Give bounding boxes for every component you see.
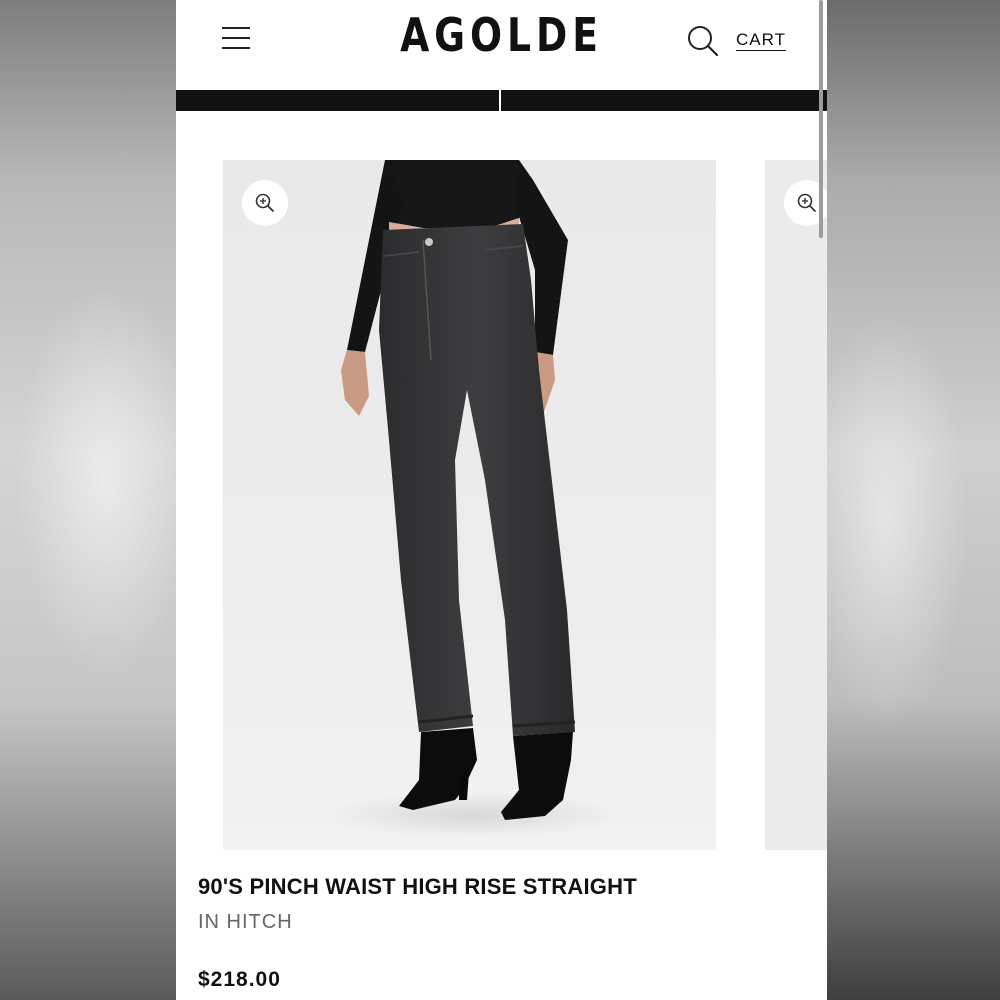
product-color: IN HITCH bbox=[198, 911, 293, 933]
tab-left[interactable] bbox=[176, 90, 499, 111]
tab-right[interactable] bbox=[501, 90, 827, 111]
cart-link[interactable]: CART bbox=[736, 30, 786, 50]
blurred-backdrop-left bbox=[0, 0, 176, 1000]
category-tab-bar bbox=[176, 90, 827, 111]
search-icon[interactable] bbox=[686, 24, 720, 58]
scrollbar[interactable] bbox=[819, 0, 823, 238]
jeans-model-illustration bbox=[323, 160, 623, 837]
next-product-image[interactable] bbox=[765, 160, 827, 850]
phone-screen: AGOLDE CART 90'S PINCH WAIST HIGH RISE S… bbox=[176, 0, 827, 1000]
zoom-in-icon bbox=[797, 193, 816, 212]
product-title[interactable]: 90'S PINCH WAIST HIGH RISE STRAIGHT bbox=[198, 874, 637, 900]
product-price: $218.00 bbox=[198, 968, 281, 991]
product-image[interactable] bbox=[223, 160, 716, 850]
zoom-button[interactable] bbox=[242, 180, 288, 226]
zoom-in-icon bbox=[255, 193, 274, 212]
blurred-backdrop-right bbox=[824, 0, 1000, 1000]
